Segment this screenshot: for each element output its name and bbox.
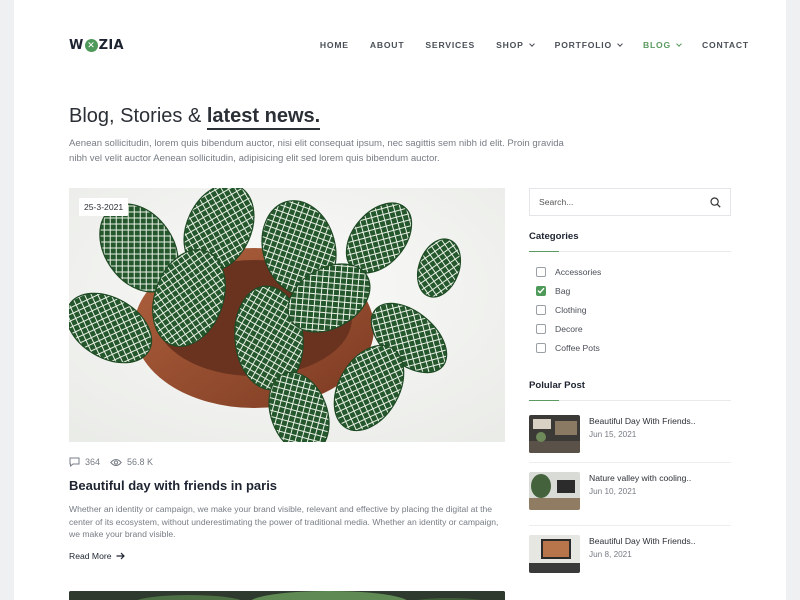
popular-posts-divider [529, 400, 731, 401]
popular-post-date: Jun 15, 2021 [589, 430, 637, 439]
checkbox-unchecked[interactable] [536, 323, 546, 334]
checkbox-checked[interactable] [536, 285, 546, 296]
thumbnail-desk [529, 472, 580, 510]
nav-home[interactable]: HOME [320, 40, 349, 50]
popular-post-item[interactable]: Beautiful Day With Friends.. Jun 8, 2021 [529, 535, 731, 573]
chevron-down-icon [528, 40, 535, 47]
checkbox-unchecked[interactable] [536, 266, 546, 277]
next-post-photo [69, 591, 505, 600]
arrow-right-icon [116, 552, 125, 560]
checkbox-unchecked[interactable] [536, 304, 546, 315]
popular-post-date: Jun 10, 2021 [589, 487, 637, 496]
read-more-label: Read More [69, 551, 112, 561]
page-title: Blog, Stories & latest news. [69, 105, 321, 130]
post-date-badge: 25-3-2021 [79, 198, 129, 216]
page-title-plain: Blog, Stories & [69, 105, 207, 127]
comment-count[interactable]: 364 [69, 457, 100, 467]
chevron-down-icon [617, 40, 623, 47]
nav-portfolio[interactable]: PORTFOLIO [554, 40, 623, 50]
plant-image [69, 188, 505, 442]
category-item-decore[interactable]: Decore [536, 319, 601, 338]
chevron-down-icon [676, 40, 682, 47]
category-label: Bag [555, 285, 571, 296]
brand-logo[interactable]: W ✕ ZIA [69, 38, 124, 53]
category-label: Clothing [555, 304, 587, 315]
popular-post-title: Nature valley with cooling.. [589, 473, 692, 483]
popular-post-item[interactable]: Beautiful Day With Friends.. Jun 15, 202… [529, 415, 731, 453]
nav-shop[interactable]: SHOP [496, 40, 535, 50]
nav-contact[interactable]: CONTACT [702, 40, 749, 50]
logo-text-end: ZIA [98, 38, 124, 53]
post-featured-image[interactable]: 25-3-2021 [69, 188, 505, 442]
popular-posts-heading: Polular Post [529, 380, 585, 391]
popular-post-thumbnail[interactable] [529, 535, 580, 573]
next-post-image[interactable] [69, 591, 505, 600]
popular-post-divider [529, 462, 731, 463]
popular-post-title: Beautiful Day With Friends.. [589, 536, 696, 546]
checkbox-unchecked[interactable] [536, 342, 546, 353]
popular-post-title: Beautiful Day With Friends.. [589, 416, 696, 426]
comment-count-value: 364 [85, 457, 101, 467]
post-title[interactable]: Beautiful day with friends in paris [69, 478, 277, 493]
nav-services-label: SERVICES [425, 40, 476, 50]
popular-post-thumbnail[interactable] [529, 472, 580, 510]
nav-services[interactable]: SERVICES [425, 40, 475, 50]
thumbnail-cafe [529, 415, 580, 453]
nav-about-label: ABOUT [369, 40, 405, 50]
category-item-coffee-pots[interactable]: Coffee Pots [536, 338, 601, 357]
comment-icon [69, 457, 80, 467]
categories-divider [529, 251, 731, 252]
nav-portfolio-label: PORTFOLIO [554, 40, 612, 50]
checkmark-icon [537, 287, 545, 294]
view-count-value: 56.8 K [127, 457, 154, 467]
category-item-accessories[interactable]: Accessories [536, 262, 601, 281]
page-title-highlight: latest news. [206, 105, 321, 130]
category-label: Decore [555, 323, 583, 334]
category-item-bag[interactable]: Bag [536, 281, 601, 300]
nav-contact-label: CONTACT [702, 40, 749, 50]
nav-blog[interactable]: BLOG [642, 40, 682, 50]
page-description: Aenean sollicitudin, lorem quis bibendum… [69, 138, 564, 164]
search-box [529, 188, 731, 216]
thumbnail-monitor [529, 535, 580, 573]
view-count: 56.8 K [110, 457, 153, 467]
categories-heading: Categories [529, 231, 579, 242]
category-item-clothing[interactable]: Clothing [536, 300, 601, 319]
post-meta: 364 56.8 K [69, 457, 163, 467]
popular-post-thumbnail[interactable] [529, 415, 580, 453]
eye-icon [110, 458, 122, 466]
main-nav: HOME ABOUT SERVICES SHOP PORTFOLIO BLOG … [299, 40, 749, 50]
nav-home-label: HOME [319, 40, 349, 50]
popular-post-item[interactable]: Nature valley with cooling.. Jun 10, 202… [529, 472, 731, 510]
category-label: Coffee Pots [555, 342, 600, 353]
category-label: Accessories [555, 266, 602, 277]
nav-blog-label: BLOG [642, 40, 672, 50]
page: W ✕ ZIA HOME ABOUT SERVICES SHOP PORTFOL… [14, 0, 786, 600]
search-icon[interactable] [710, 196, 721, 208]
nav-about[interactable]: ABOUT [370, 40, 405, 50]
search-input[interactable] [539, 197, 710, 207]
popular-post-divider [529, 525, 731, 526]
post-excerpt: Whether an identity or campaign, we make… [69, 504, 499, 539]
logo-text-start: W [69, 38, 84, 53]
popular-post-date: Jun 8, 2021 [589, 550, 632, 559]
read-more-link[interactable]: Read More [69, 551, 125, 561]
category-list: Accessories Bag Clothing Decore Coffee P… [536, 262, 601, 357]
nav-shop-label: SHOP [496, 40, 524, 50]
logo-mark-icon: ✕ [84, 39, 98, 52]
